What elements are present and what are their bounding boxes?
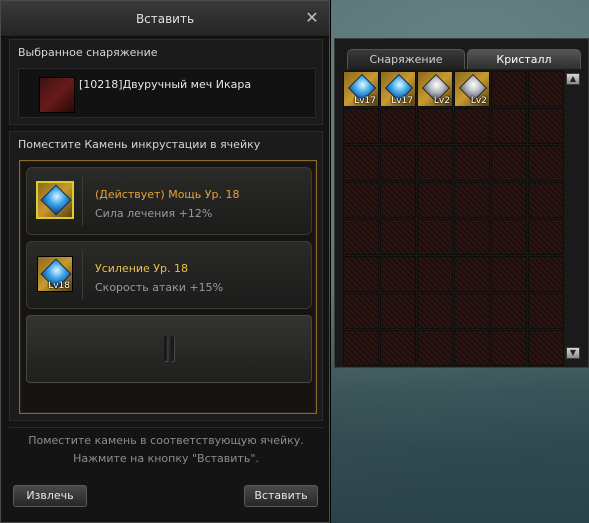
selected-equipment-panel: Выбранное снаряжение [10218]Двуручный ме… xyxy=(9,39,323,125)
crystal-item[interactable]: Lv2 xyxy=(418,72,452,106)
slot-divider xyxy=(82,176,83,226)
extract-button[interactable]: Извлечь xyxy=(13,485,87,507)
inventory-cell[interactable] xyxy=(380,330,416,366)
inventory-cell[interactable] xyxy=(528,145,564,181)
inventory-cell[interactable] xyxy=(491,219,527,255)
gem-slots-label: Поместите Камень инкрустации в ячейку xyxy=(18,138,261,151)
hint-line-1: Поместите камень в соответствующую ячейк… xyxy=(28,434,304,447)
inventory-grid: Lv17 Lv17 Lv2 Lv2 xyxy=(343,71,565,366)
slot-divider xyxy=(82,250,83,300)
inventory-cell[interactable] xyxy=(454,219,490,255)
slot-effect: Скорость атаки +15% xyxy=(95,281,224,294)
inventory-cell[interactable] xyxy=(454,256,490,292)
gem-stone-icon xyxy=(40,184,72,216)
inventory-cell[interactable]: Lv17 xyxy=(343,71,379,107)
inventory-cell[interactable] xyxy=(343,330,379,366)
inventory-cell[interactable] xyxy=(380,219,416,255)
inventory-cell[interactable] xyxy=(417,182,453,218)
inventory-cell[interactable] xyxy=(528,219,564,255)
inventory-cell[interactable] xyxy=(491,330,527,366)
inventory-cell[interactable] xyxy=(417,219,453,255)
selected-equipment-label: Выбранное снаряжение xyxy=(18,46,158,59)
equipment-name: [10218]Двуручный меч Икара xyxy=(79,78,252,91)
inventory-cell[interactable] xyxy=(528,108,564,144)
inventory-cell[interactable] xyxy=(454,108,490,144)
inventory-cell[interactable] xyxy=(528,182,564,218)
sword-icon[interactable] xyxy=(39,77,75,113)
crystal-item[interactable]: Lv17 xyxy=(344,72,378,106)
hint-line-2: Нажмите на кнопку "Вставить". xyxy=(73,452,259,465)
scroll-up-icon[interactable]: ▲ xyxy=(566,73,580,85)
item-level: Lv17 xyxy=(391,96,413,106)
slot-area: (Действует) Мощь Ур. 18 Сила лечения +12… xyxy=(19,160,317,414)
inventory-cell[interactable] xyxy=(343,293,379,329)
inventory-cell[interactable] xyxy=(380,182,416,218)
tab-equipment[interactable]: Снаряжение xyxy=(347,49,465,69)
inventory-cell[interactable] xyxy=(491,256,527,292)
inventory-cell[interactable] xyxy=(491,108,527,144)
equipment-box: [10218]Двуручный меч Икара xyxy=(18,68,316,118)
inventory-cell[interactable] xyxy=(417,330,453,366)
dialog-title: Вставить xyxy=(135,12,195,26)
inventory-cell[interactable] xyxy=(343,219,379,255)
gem-slots-panel: Поместите Камень инкрустации в ячейку (Д… xyxy=(9,131,323,421)
gem-slot-1[interactable]: (Действует) Мощь Ур. 18 Сила лечения +12… xyxy=(26,167,312,235)
inventory-cell[interactable] xyxy=(343,182,379,218)
inventory-cell[interactable]: Lv2 xyxy=(454,71,490,107)
inventory-cell[interactable] xyxy=(380,108,416,144)
item-level: Lv17 xyxy=(354,96,376,106)
inventory-cell[interactable]: Lv17 xyxy=(380,71,416,107)
inventory-cell[interactable] xyxy=(491,182,527,218)
gem-slot-empty[interactable]: Ⅱ xyxy=(26,315,312,383)
inventory-cell[interactable] xyxy=(528,256,564,292)
inventory-cell[interactable] xyxy=(454,330,490,366)
slot-effect: Сила лечения +12% xyxy=(95,207,213,220)
dialog-titlebar[interactable]: Вставить ✕ xyxy=(1,1,329,37)
inventory-cell[interactable] xyxy=(417,145,453,181)
slot-title: Усиление Ур. 18 xyxy=(95,262,188,275)
inventory-cell[interactable] xyxy=(491,145,527,181)
item-level: Lv2 xyxy=(433,96,450,106)
inventory-cell[interactable] xyxy=(454,182,490,218)
inventory-cell[interactable] xyxy=(528,293,564,329)
insert-button[interactable]: Вставить xyxy=(244,485,318,507)
insert-dialog: Вставить ✕ Выбранное снаряжение [10218]Д… xyxy=(0,0,330,523)
inventory-cell[interactable] xyxy=(491,293,527,329)
inventory-cell[interactable] xyxy=(528,71,564,107)
scroll-down-icon[interactable]: ▼ xyxy=(566,347,580,359)
inventory-cell[interactable] xyxy=(380,293,416,329)
inventory-cell[interactable] xyxy=(380,256,416,292)
slot-title: (Действует) Мощь Ур. 18 xyxy=(95,188,240,201)
crystal-inventory-panel: Снаряжение Кристалл Lv17 Lv17 Lv2 Lv2 ▲ ▼ xyxy=(334,38,589,368)
item-level: Lv2 xyxy=(470,96,487,106)
empty-slot-icon: Ⅱ xyxy=(160,330,178,370)
gem-icon[interactable]: Lv18 xyxy=(37,256,73,292)
crystal-item[interactable]: Lv17 xyxy=(381,72,415,106)
inventory-cell[interactable] xyxy=(491,71,527,107)
gem-slot-2[interactable]: Lv18 Усиление Ур. 18 Скорость атаки +15% xyxy=(26,241,312,309)
inventory-cell[interactable] xyxy=(417,256,453,292)
inventory-cell[interactable] xyxy=(343,108,379,144)
inventory-cell[interactable]: Lv2 xyxy=(417,71,453,107)
inventory-cell[interactable] xyxy=(417,293,453,329)
inventory-cell[interactable] xyxy=(454,293,490,329)
inventory-cell[interactable] xyxy=(343,256,379,292)
close-icon[interactable]: ✕ xyxy=(303,9,321,27)
hint-box: Поместите камень в соответствующую ячейк… xyxy=(9,427,323,471)
gem-icon[interactable] xyxy=(36,181,74,219)
inventory-cell[interactable] xyxy=(528,330,564,366)
inventory-cell[interactable] xyxy=(454,145,490,181)
inventory-cell[interactable] xyxy=(380,145,416,181)
tab-crystal[interactable]: Кристалл xyxy=(467,49,581,69)
inventory-cell[interactable] xyxy=(417,108,453,144)
crystal-item[interactable]: Lv2 xyxy=(455,72,489,106)
gem-level: Lv18 xyxy=(48,281,70,291)
inventory-cell[interactable] xyxy=(343,145,379,181)
